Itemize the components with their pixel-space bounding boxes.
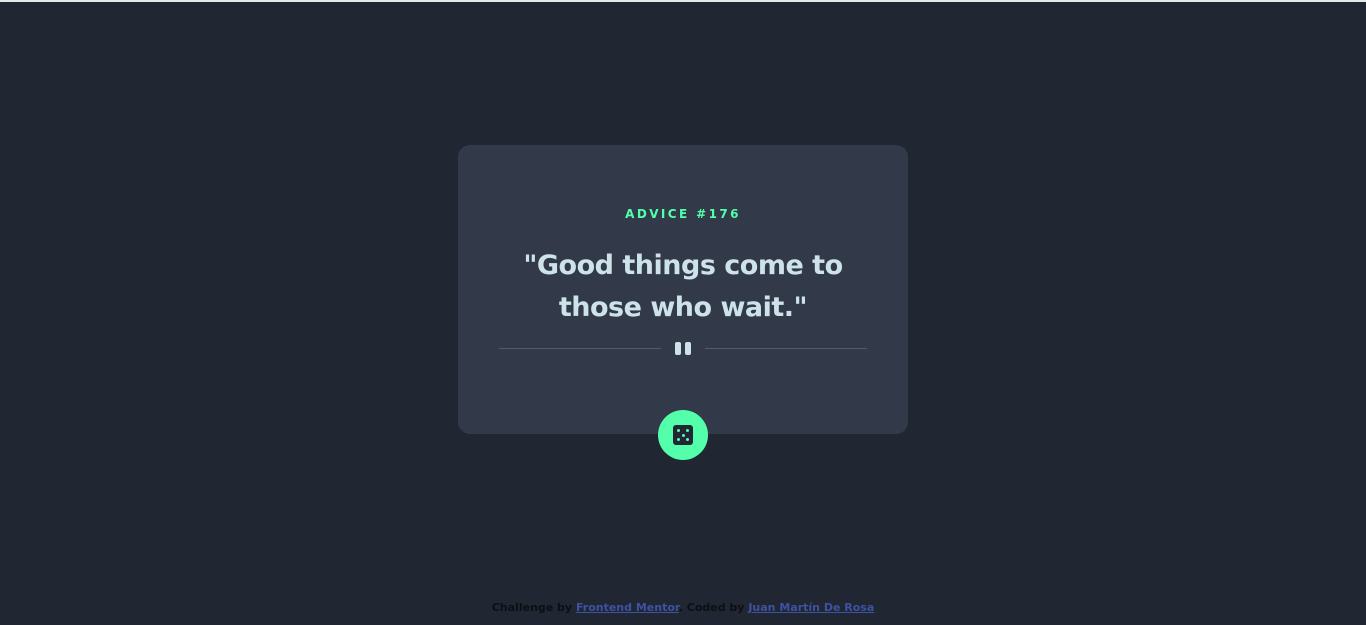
frontend-mentor-link[interactable]: Frontend Mentor: [576, 601, 679, 614]
divider-line-left: [499, 348, 661, 349]
author-link[interactable]: Juan Martín De Rosa: [748, 601, 874, 614]
attribution-footer: Challenge by Frontend Mentor. Coded by J…: [0, 601, 1366, 614]
pause-icon: [673, 342, 693, 355]
advice-card: ADVICE #176 "Good things come to those w…: [458, 145, 908, 460]
coded-prefix: . Coded by: [678, 601, 745, 614]
pattern-divider: [499, 341, 867, 357]
advice-quote: "Good things come to those who wait.": [523, 250, 843, 323]
challenge-prefix: Challenge by: [491, 601, 573, 614]
dice-icon: [673, 425, 693, 445]
advice-id-label: ADVICE #176: [625, 207, 741, 221]
new-advice-button[interactable]: [658, 410, 708, 460]
divider-line-right: [705, 348, 867, 349]
